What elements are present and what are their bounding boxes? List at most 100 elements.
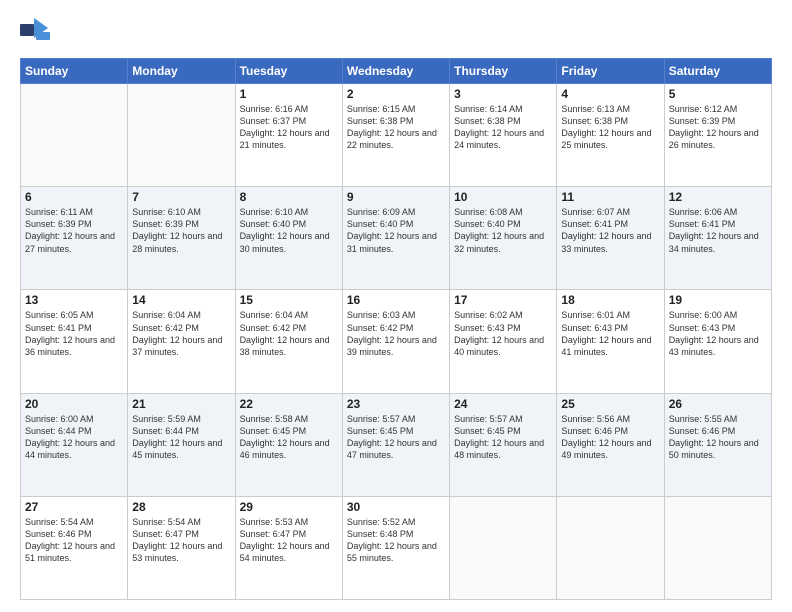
table-row: 13 Sunrise: 6:05 AMSunset: 6:41 PMDayligh…	[21, 290, 128, 393]
day-number: 5	[669, 87, 767, 101]
table-row: 25 Sunrise: 5:56 AMSunset: 6:46 PMDayligh…	[557, 393, 664, 496]
day-info: Sunrise: 6:08 AMSunset: 6:40 PMDaylight:…	[454, 206, 552, 255]
table-row: 8 Sunrise: 6:10 AMSunset: 6:40 PMDaylight…	[235, 187, 342, 290]
day-info: Sunrise: 6:00 AMSunset: 6:44 PMDaylight:…	[25, 413, 123, 462]
day-number: 18	[561, 293, 659, 307]
day-number: 23	[347, 397, 445, 411]
table-row	[450, 496, 557, 599]
day-number: 6	[25, 190, 123, 204]
day-info: Sunrise: 5:56 AMSunset: 6:46 PMDaylight:…	[561, 413, 659, 462]
day-number: 29	[240, 500, 338, 514]
table-row: 23 Sunrise: 5:57 AMSunset: 6:45 PMDayligh…	[342, 393, 449, 496]
day-info: Sunrise: 5:59 AMSunset: 6:44 PMDaylight:…	[132, 413, 230, 462]
day-info: Sunrise: 6:10 AMSunset: 6:39 PMDaylight:…	[132, 206, 230, 255]
table-row: 7 Sunrise: 6:10 AMSunset: 6:39 PMDaylight…	[128, 187, 235, 290]
table-row: 27Sunrise: 5:54 AMSunset: 6:46 PMDayligh…	[21, 496, 128, 599]
table-row: 9 Sunrise: 6:09 AMSunset: 6:40 PMDaylight…	[342, 187, 449, 290]
day-info: Sunrise: 5:57 AMSunset: 6:45 PMDaylight:…	[454, 413, 552, 462]
table-row: 24 Sunrise: 5:57 AMSunset: 6:45 PMDayligh…	[450, 393, 557, 496]
day-number: 22	[240, 397, 338, 411]
day-info: Sunrise: 6:14 AMSunset: 6:38 PMDaylight:…	[454, 103, 552, 152]
day-info: Sunrise: 6:11 AMSunset: 6:39 PMDaylight:…	[25, 206, 123, 255]
calendar-table: Sunday Monday Tuesday Wednesday Thursday…	[20, 58, 772, 600]
table-row: 3 Sunrise: 6:14 AMSunset: 6:38 PMDaylight…	[450, 84, 557, 187]
table-row	[21, 84, 128, 187]
day-number: 10	[454, 190, 552, 204]
day-info: Sunrise: 5:55 AMSunset: 6:46 PMDaylight:…	[669, 413, 767, 462]
day-number: 17	[454, 293, 552, 307]
table-row: 21 Sunrise: 5:59 AMSunset: 6:44 PMDayligh…	[128, 393, 235, 496]
col-tuesday: Tuesday	[235, 59, 342, 84]
day-info: Sunrise: 6:03 AMSunset: 6:42 PMDaylight:…	[347, 309, 445, 358]
table-row: 16 Sunrise: 6:03 AMSunset: 6:42 PMDayligh…	[342, 290, 449, 393]
logo	[20, 18, 56, 46]
day-number: 19	[669, 293, 767, 307]
day-number: 7	[132, 190, 230, 204]
logo-icon	[20, 18, 52, 46]
calendar-week-row: 6 Sunrise: 6:11 AMSunset: 6:39 PMDaylight…	[21, 187, 772, 290]
day-number: 12	[669, 190, 767, 204]
day-number: 9	[347, 190, 445, 204]
calendar-week-row: 20 Sunrise: 6:00 AMSunset: 6:44 PMDayligh…	[21, 393, 772, 496]
day-info: Sunrise: 5:52 AMSunset: 6:48 PMDaylight:…	[347, 516, 445, 565]
day-number: 15	[240, 293, 338, 307]
table-row	[128, 84, 235, 187]
table-row: 4Sunrise: 6:13 AMSunset: 6:38 PMDaylight…	[557, 84, 664, 187]
day-info: Sunrise: 6:10 AMSunset: 6:40 PMDaylight:…	[240, 206, 338, 255]
day-number: 4	[561, 87, 659, 101]
day-number: 30	[347, 500, 445, 514]
day-number: 20	[25, 397, 123, 411]
table-row: 29 Sunrise: 5:53 AMSunset: 6:47 PMDayligh…	[235, 496, 342, 599]
day-info: Sunrise: 6:15 AMSunset: 6:38 PMDaylight:…	[347, 103, 445, 152]
day-number: 11	[561, 190, 659, 204]
table-row: 17 Sunrise: 6:02 AMSunset: 6:43 PMDayligh…	[450, 290, 557, 393]
day-number: 21	[132, 397, 230, 411]
day-number: 14	[132, 293, 230, 307]
page: Sunday Monday Tuesday Wednesday Thursday…	[0, 0, 792, 612]
calendar-week-row: 13 Sunrise: 6:05 AMSunset: 6:41 PMDayligh…	[21, 290, 772, 393]
day-number: 16	[347, 293, 445, 307]
col-thursday: Thursday	[450, 59, 557, 84]
table-row: 19 Sunrise: 6:00 AMSunset: 6:43 PMDayligh…	[664, 290, 771, 393]
day-number: 8	[240, 190, 338, 204]
day-number: 13	[25, 293, 123, 307]
day-info: Sunrise: 5:57 AMSunset: 6:45 PMDaylight:…	[347, 413, 445, 462]
col-wednesday: Wednesday	[342, 59, 449, 84]
day-info: Sunrise: 6:02 AMSunset: 6:43 PMDaylight:…	[454, 309, 552, 358]
day-info: Sunrise: 5:54 AMSunset: 6:46 PMDaylight:…	[25, 516, 123, 565]
day-number: 25	[561, 397, 659, 411]
day-number: 3	[454, 87, 552, 101]
table-row: 5 Sunrise: 6:12 AMSunset: 6:39 PMDaylight…	[664, 84, 771, 187]
table-row	[664, 496, 771, 599]
day-info: Sunrise: 6:06 AMSunset: 6:41 PMDaylight:…	[669, 206, 767, 255]
table-row: 11Sunrise: 6:07 AMSunset: 6:41 PMDayligh…	[557, 187, 664, 290]
day-info: Sunrise: 6:05 AMSunset: 6:41 PMDaylight:…	[25, 309, 123, 358]
table-row	[557, 496, 664, 599]
table-row: 14Sunrise: 6:04 AMSunset: 6:42 PMDayligh…	[128, 290, 235, 393]
day-info: Sunrise: 5:53 AMSunset: 6:47 PMDaylight:…	[240, 516, 338, 565]
table-row: 12 Sunrise: 6:06 AMSunset: 6:41 PMDayligh…	[664, 187, 771, 290]
table-row: 1Sunrise: 6:16 AMSunset: 6:37 PMDaylight…	[235, 84, 342, 187]
day-info: Sunrise: 5:58 AMSunset: 6:45 PMDaylight:…	[240, 413, 338, 462]
day-info: Sunrise: 6:04 AMSunset: 6:42 PMDaylight:…	[240, 309, 338, 358]
col-monday: Monday	[128, 59, 235, 84]
calendar-week-row: 1Sunrise: 6:16 AMSunset: 6:37 PMDaylight…	[21, 84, 772, 187]
table-row: 15 Sunrise: 6:04 AMSunset: 6:42 PMDayligh…	[235, 290, 342, 393]
table-row: 18Sunrise: 6:01 AMSunset: 6:43 PMDayligh…	[557, 290, 664, 393]
table-row: 30 Sunrise: 5:52 AMSunset: 6:48 PMDayligh…	[342, 496, 449, 599]
day-info: Sunrise: 5:54 AMSunset: 6:47 PMDaylight:…	[132, 516, 230, 565]
table-row: 6 Sunrise: 6:11 AMSunset: 6:39 PMDaylight…	[21, 187, 128, 290]
day-info: Sunrise: 6:09 AMSunset: 6:40 PMDaylight:…	[347, 206, 445, 255]
day-info: Sunrise: 6:12 AMSunset: 6:39 PMDaylight:…	[669, 103, 767, 152]
col-saturday: Saturday	[664, 59, 771, 84]
day-info: Sunrise: 6:00 AMSunset: 6:43 PMDaylight:…	[669, 309, 767, 358]
table-row: 26Sunrise: 5:55 AMSunset: 6:46 PMDayligh…	[664, 393, 771, 496]
calendar-header-row: Sunday Monday Tuesday Wednesday Thursday…	[21, 59, 772, 84]
day-number: 24	[454, 397, 552, 411]
table-row: 28 Sunrise: 5:54 AMSunset: 6:47 PMDayligh…	[128, 496, 235, 599]
table-row: 20 Sunrise: 6:00 AMSunset: 6:44 PMDayligh…	[21, 393, 128, 496]
day-number: 2	[347, 87, 445, 101]
table-row: 22 Sunrise: 5:58 AMSunset: 6:45 PMDayligh…	[235, 393, 342, 496]
day-number: 28	[132, 500, 230, 514]
day-number: 1	[240, 87, 338, 101]
